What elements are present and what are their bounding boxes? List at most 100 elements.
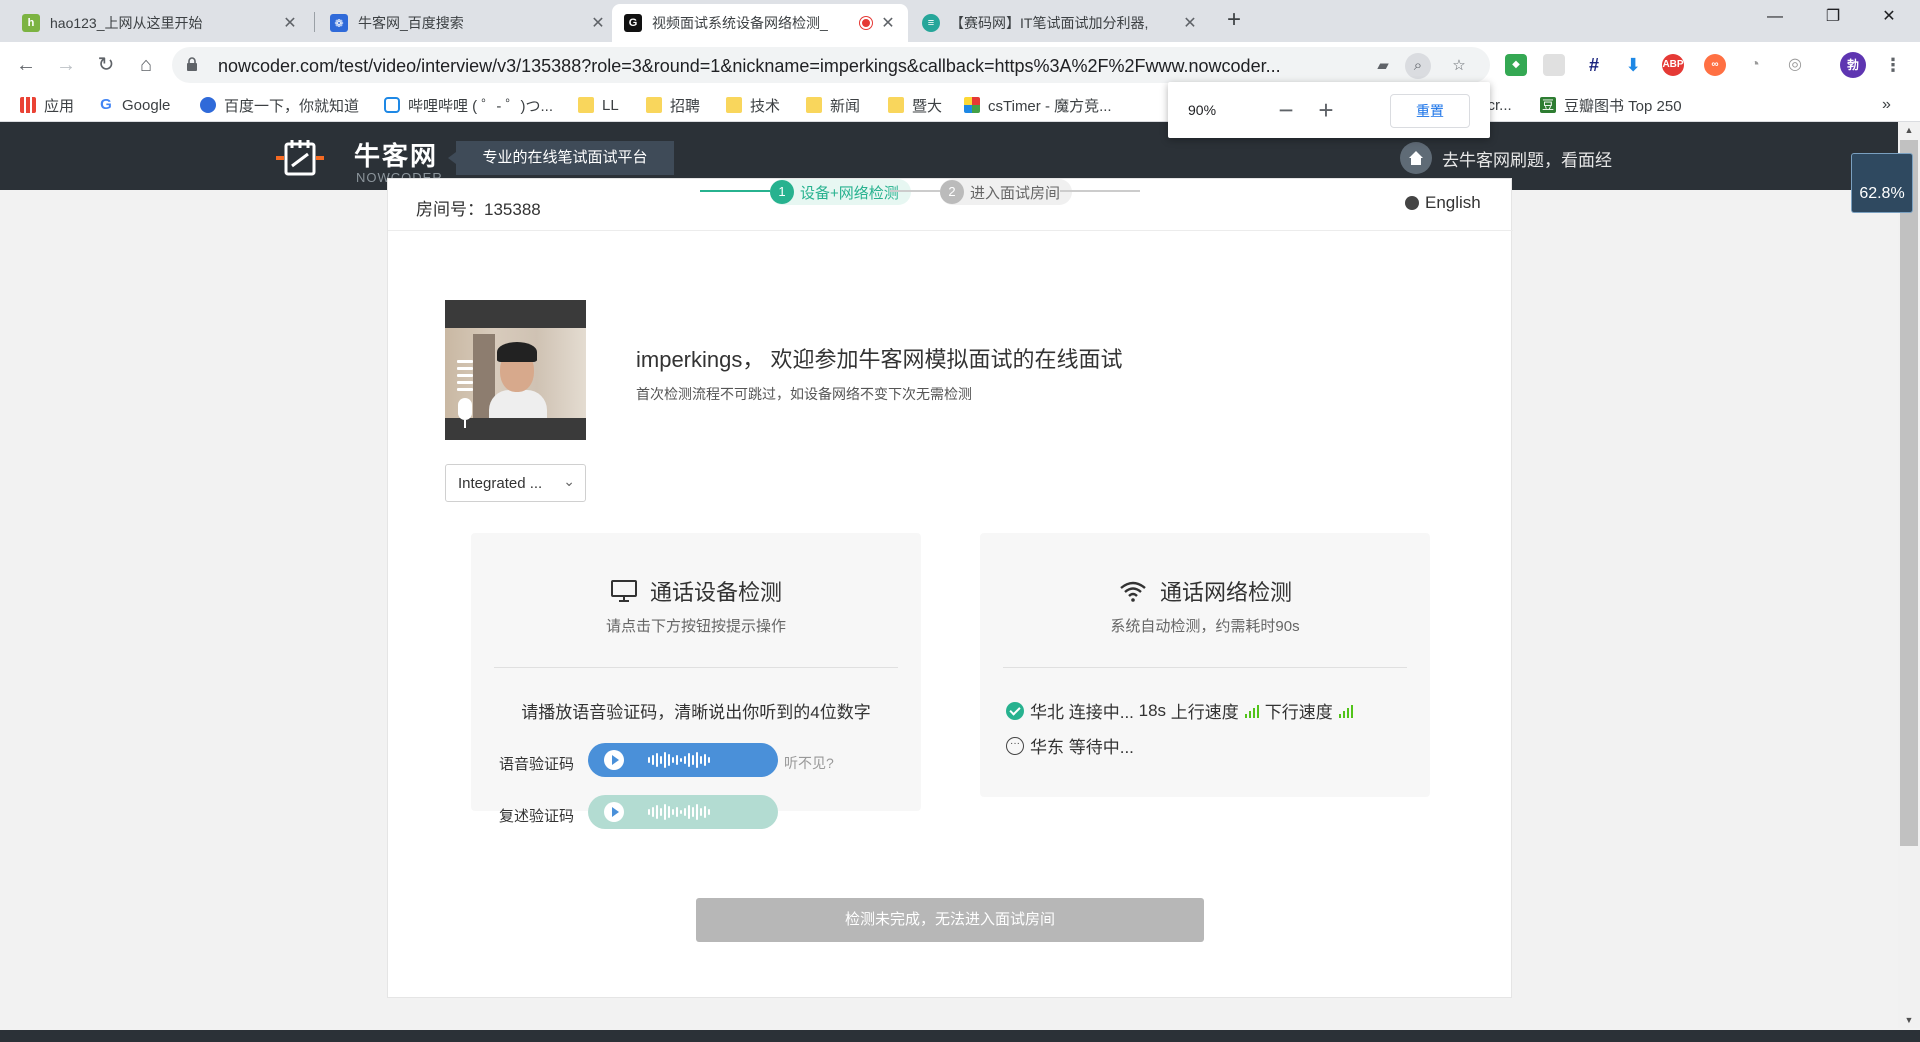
address-bar[interactable]: nowcoder.com/test/video/interview/v3/135… [172, 47, 1490, 83]
globe-icon [1405, 196, 1419, 210]
language-toggle[interactable]: English [1405, 193, 1481, 213]
bookmark-baidu[interactable]: 百度一下，你就知道 [200, 95, 359, 115]
waiting-ellipsis-icon: ··· [1006, 736, 1024, 755]
close-window-icon[interactable]: ✕ [1866, 0, 1912, 34]
bookmarks-overflow-icon[interactable]: » [1882, 95, 1891, 115]
nowcoder-favicon-icon: G [624, 14, 642, 32]
profile-avatar[interactable]: 勃 [1840, 52, 1866, 78]
tab-hao123[interactable]: h hao123_上网从这里开始 ✕ [10, 4, 310, 42]
bookmark-star-icon[interactable]: ☆ [1446, 53, 1472, 79]
home-link[interactable]: 去牛客网刷题，看面经 [1400, 142, 1612, 174]
card-header: 房间号：135388 1 设备+网络检测 2 进入面试房间 English [388, 179, 1513, 231]
bookmark-apps[interactable]: 应用 [20, 95, 74, 115]
bookmark-folder-jobs[interactable]: 招聘 [646, 95, 700, 115]
url-text[interactable]: nowcoder.com/test/video/interview/v3/135… [218, 56, 1388, 77]
close-tab-icon[interactable]: ✕ [1182, 13, 1198, 33]
home-icon[interactable]: ⌂ [132, 51, 160, 79]
new-tab-button[interactable]: + [1220, 6, 1248, 34]
lock-icon [187, 57, 197, 71]
device-panel-subtitle: 请点击下方按钮按提示操作 [605, 618, 786, 635]
bookmark-bilibili[interactable]: 哔哩哔哩 ( ゜- ゜)つ... [384, 95, 553, 115]
bookmark-label: LL [602, 96, 619, 114]
extension-infinity-icon[interactable]: ∞ [1704, 54, 1726, 76]
nowcoder-logo-icon[interactable] [274, 136, 326, 180]
bookmark-folder-news[interactable]: 新闻 [806, 95, 860, 115]
camera-device-select[interactable]: Integrated ... ⌄ [445, 464, 586, 502]
google-icon: G [98, 97, 114, 113]
bookmark-folder-ll[interactable]: LL [578, 95, 619, 115]
bookmark-label: 应用 [44, 97, 75, 115]
room-label: 房间号： [416, 200, 484, 219]
adblock-icon[interactable]: ABP [1662, 54, 1684, 76]
close-tab-icon[interactable]: ✕ [282, 13, 298, 33]
zoom-magnifier-icon[interactable]: ⌕ [1405, 53, 1431, 79]
region-name: 华东 [1030, 738, 1064, 757]
extension-color-icon[interactable]: ◆ [1505, 54, 1527, 76]
record-repeat-code-button[interactable] [588, 795, 778, 829]
page-scrollbar[interactable]: ▲ ▼ [1898, 122, 1920, 1028]
extension-circle-icon[interactable]: ◎ [1784, 54, 1806, 76]
tab-title: 牛客网_百度搜索 [358, 15, 464, 31]
check-circle-icon [1006, 701, 1024, 720]
microphone-icon [458, 398, 472, 420]
zoom-reset-button[interactable]: 重置 [1390, 94, 1470, 128]
elapsed-time: 18s [1138, 700, 1167, 720]
tab-video-interview[interactable]: G 视频面试系统设备网络检测_ ✕ [612, 4, 908, 42]
page-zoom-badge: 62.8% [1852, 154, 1912, 212]
bookmark-douban[interactable]: 豆 豆瓣图书 Top 250 [1540, 95, 1682, 115]
close-tab-icon[interactable]: ✕ [590, 13, 606, 33]
tab-title: hao123_上网从这里开始 [50, 15, 203, 31]
scroll-down-icon[interactable]: ▼ [1898, 1012, 1920, 1028]
cant-hear-link[interactable]: 听不见? [784, 753, 834, 773]
region-status: 连接中... [1068, 703, 1134, 722]
scroll-up-icon[interactable]: ▲ [1898, 122, 1920, 138]
bookmark-folder-jnu[interactable]: 暨大 [888, 95, 942, 115]
extension-grid-icon[interactable]: # [1583, 54, 1605, 76]
device-panel-title: 通话设备检测 [471, 575, 921, 607]
page-footer-strip [0, 1030, 1920, 1042]
tab-baidu[interactable]: ❁ 牛客网_百度搜索 ✕ [318, 4, 618, 42]
saima-favicon-icon: ≡ [922, 14, 940, 32]
chevron-down-icon: ⌄ [563, 473, 575, 489]
upload-speed-label: 上行速度 [1170, 703, 1239, 722]
bookmark-label: 技术 [750, 97, 781, 115]
tab-title: 【赛码网】IT笔试面试加分利器, [950, 15, 1149, 31]
minimize-icon[interactable]: — [1752, 0, 1798, 34]
region-status: 等待中... [1068, 738, 1134, 757]
extension-blank-icon[interactable] [1543, 54, 1565, 76]
cstimer-cube-icon [964, 97, 980, 113]
play-voice-code-button[interactable] [588, 743, 778, 777]
waveform-icon [648, 803, 724, 821]
forward-arrow-icon[interactable]: → [52, 51, 80, 79]
close-tab-icon[interactable]: ✕ [880, 13, 896, 33]
zoom-popup: 90% − + 重置 [1168, 82, 1490, 138]
bookmark-cstimer[interactable]: csTimer - 魔方竞... [964, 95, 1112, 115]
bookmark-google[interactable]: G Google [98, 95, 170, 115]
back-arrow-icon[interactable]: ← [12, 51, 40, 79]
language-label: English [1425, 193, 1481, 212]
bookmark-label: 暨大 [912, 97, 943, 115]
enter-room-button[interactable]: 检测未完成，无法进入面试房间 [696, 898, 1204, 942]
repeat-code-label: 复述验证码 [499, 808, 575, 825]
bookmark-folder-tech[interactable]: 技术 [726, 95, 780, 115]
bookmarks-bar: 应用 G Google 百度一下，你就知道 哔哩哔哩 ( ゜- ゜)つ... L… [0, 88, 1920, 122]
folder-icon [646, 97, 662, 113]
folder-icon [888, 97, 904, 113]
bookmark-label: 招聘 [670, 97, 701, 115]
douban-icon: 豆 [1540, 97, 1556, 113]
tab-saima[interactable]: ≡ 【赛码网】IT笔试面试加分利器, ✕ [910, 4, 1210, 42]
network-panel-subtitle: 系统自动检测，约需耗时90s [1110, 618, 1300, 635]
more-menu-icon[interactable]: ⋮ [1882, 54, 1904, 76]
voice-instruction: 请播放语音验证码，清晰说出你听到的4位数字 [521, 703, 871, 722]
reload-icon[interactable]: ↻ [92, 51, 120, 79]
extension-gauge-icon[interactable]: ◔ [1744, 54, 1766, 76]
camera-preview [445, 300, 586, 440]
zoom-in-button[interactable]: + [1312, 96, 1340, 124]
restore-icon[interactable]: ❐ [1810, 0, 1856, 34]
zoom-out-button[interactable]: − [1272, 96, 1300, 124]
scrollbar-thumb[interactable] [1900, 140, 1918, 846]
download-arrow-icon[interactable]: ⬇ [1622, 54, 1644, 76]
network-panel-title: 通话网络检测 [980, 575, 1430, 607]
step-enter-room: 2 进入面试房间 [940, 179, 1073, 205]
camera-icon[interactable]: ▰ [1370, 53, 1396, 79]
